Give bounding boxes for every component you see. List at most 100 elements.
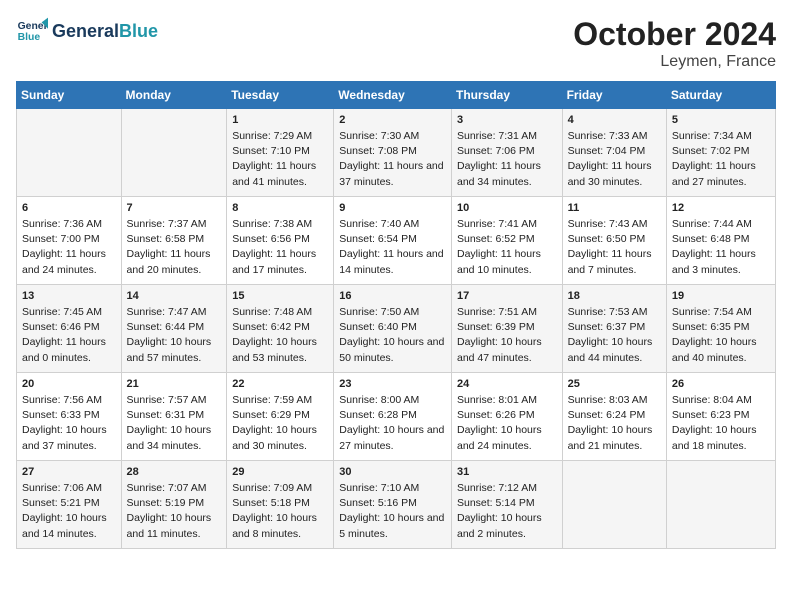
day-number: 24 xyxy=(457,377,557,393)
calendar-cell: 10Sunrise: 7:41 AMSunset: 6:52 PMDayligh… xyxy=(451,197,562,285)
calendar-cell: 13Sunrise: 7:45 AMSunset: 6:46 PMDayligh… xyxy=(17,285,122,373)
day-number: 13 xyxy=(22,289,116,305)
sunrise-text: Sunrise: 7:45 AM xyxy=(22,305,116,320)
weekday-header: Saturday xyxy=(666,82,775,109)
sunrise-text: Sunrise: 7:09 AM xyxy=(232,481,328,496)
title-area: October 2024 Leymen, France xyxy=(573,16,776,71)
day-number: 17 xyxy=(457,289,557,305)
day-number: 18 xyxy=(568,289,661,305)
sunset-text: Sunset: 7:08 PM xyxy=(339,144,446,159)
sunrise-text: Sunrise: 7:06 AM xyxy=(22,481,116,496)
day-number: 10 xyxy=(457,201,557,217)
day-number: 11 xyxy=(568,201,661,217)
day-number: 26 xyxy=(672,377,770,393)
daylight-text: Daylight: 11 hours and 0 minutes. xyxy=(22,335,116,365)
daylight-text: Daylight: 11 hours and 17 minutes. xyxy=(232,247,328,277)
day-number: 25 xyxy=(568,377,661,393)
day-number: 19 xyxy=(672,289,770,305)
sunrise-text: Sunrise: 7:29 AM xyxy=(232,129,328,144)
location-title: Leymen, France xyxy=(573,53,776,71)
sunrise-text: Sunrise: 8:04 AM xyxy=(672,393,770,408)
sunrise-text: Sunrise: 7:44 AM xyxy=(672,217,770,232)
daylight-text: Daylight: 10 hours and 11 minutes. xyxy=(127,511,222,541)
calendar-cell: 11Sunrise: 7:43 AMSunset: 6:50 PMDayligh… xyxy=(562,197,666,285)
calendar-cell: 14Sunrise: 7:47 AMSunset: 6:44 PMDayligh… xyxy=(121,285,227,373)
calendar-cell: 22Sunrise: 7:59 AMSunset: 6:29 PMDayligh… xyxy=(227,373,334,461)
sunset-text: Sunset: 7:00 PM xyxy=(22,232,116,247)
calendar-cell: 8Sunrise: 7:38 AMSunset: 6:56 PMDaylight… xyxy=(227,197,334,285)
calendar-cell: 21Sunrise: 7:57 AMSunset: 6:31 PMDayligh… xyxy=(121,373,227,461)
weekday-header: Thursday xyxy=(451,82,562,109)
sunrise-text: Sunrise: 8:03 AM xyxy=(568,393,661,408)
day-number: 30 xyxy=(339,465,446,481)
calendar-cell: 6Sunrise: 7:36 AMSunset: 7:00 PMDaylight… xyxy=(17,197,122,285)
daylight-text: Daylight: 10 hours and 8 minutes. xyxy=(232,511,328,541)
calendar-cell: 3Sunrise: 7:31 AMSunset: 7:06 PMDaylight… xyxy=(451,109,562,197)
calendar-week-row: 27Sunrise: 7:06 AMSunset: 5:21 PMDayligh… xyxy=(17,461,776,549)
calendar-cell xyxy=(121,109,227,197)
sunset-text: Sunset: 7:02 PM xyxy=(672,144,770,159)
sunrise-text: Sunrise: 7:37 AM xyxy=(127,217,222,232)
sunrise-text: Sunrise: 7:30 AM xyxy=(339,129,446,144)
calendar-cell: 17Sunrise: 7:51 AMSunset: 6:39 PMDayligh… xyxy=(451,285,562,373)
calendar-cell: 24Sunrise: 8:01 AMSunset: 6:26 PMDayligh… xyxy=(451,373,562,461)
sunrise-text: Sunrise: 7:36 AM xyxy=(22,217,116,232)
daylight-text: Daylight: 10 hours and 40 minutes. xyxy=(672,335,770,365)
sunrise-text: Sunrise: 7:59 AM xyxy=(232,393,328,408)
daylight-text: Daylight: 10 hours and 34 minutes. xyxy=(127,423,222,453)
sunset-text: Sunset: 6:35 PM xyxy=(672,320,770,335)
sunrise-text: Sunrise: 7:48 AM xyxy=(232,305,328,320)
daylight-text: Daylight: 11 hours and 30 minutes. xyxy=(568,159,661,189)
calendar-body: 1Sunrise: 7:29 AMSunset: 7:10 PMDaylight… xyxy=(17,109,776,549)
sunrise-text: Sunrise: 7:43 AM xyxy=(568,217,661,232)
sunset-text: Sunset: 5:18 PM xyxy=(232,496,328,511)
day-number: 16 xyxy=(339,289,446,305)
daylight-text: Daylight: 10 hours and 18 minutes. xyxy=(672,423,770,453)
calendar-cell: 15Sunrise: 7:48 AMSunset: 6:42 PMDayligh… xyxy=(227,285,334,373)
weekday-header: Tuesday xyxy=(227,82,334,109)
daylight-text: Daylight: 10 hours and 2 minutes. xyxy=(457,511,557,541)
calendar-cell: 16Sunrise: 7:50 AMSunset: 6:40 PMDayligh… xyxy=(334,285,452,373)
sunset-text: Sunset: 6:23 PM xyxy=(672,408,770,423)
sunset-text: Sunset: 6:56 PM xyxy=(232,232,328,247)
sunrise-text: Sunrise: 7:10 AM xyxy=(339,481,446,496)
calendar-cell: 12Sunrise: 7:44 AMSunset: 6:48 PMDayligh… xyxy=(666,197,775,285)
daylight-text: Daylight: 10 hours and 30 minutes. xyxy=(232,423,328,453)
day-number: 22 xyxy=(232,377,328,393)
daylight-text: Daylight: 11 hours and 3 minutes. xyxy=(672,247,770,277)
sunrise-text: Sunrise: 7:31 AM xyxy=(457,129,557,144)
sunset-text: Sunset: 6:58 PM xyxy=(127,232,222,247)
month-title: October 2024 xyxy=(573,16,776,53)
sunrise-text: Sunrise: 7:57 AM xyxy=(127,393,222,408)
sunset-text: Sunset: 6:31 PM xyxy=(127,408,222,423)
sunrise-text: Sunrise: 7:12 AM xyxy=(457,481,557,496)
sunset-text: Sunset: 6:46 PM xyxy=(22,320,116,335)
calendar-week-row: 20Sunrise: 7:56 AMSunset: 6:33 PMDayligh… xyxy=(17,373,776,461)
daylight-text: Daylight: 11 hours and 41 minutes. xyxy=(232,159,328,189)
sunset-text: Sunset: 6:54 PM xyxy=(339,232,446,247)
sunrise-text: Sunrise: 7:56 AM xyxy=(22,393,116,408)
daylight-text: Daylight: 10 hours and 37 minutes. xyxy=(22,423,116,453)
sunset-text: Sunset: 6:28 PM xyxy=(339,408,446,423)
calendar-cell: 2Sunrise: 7:30 AMSunset: 7:08 PMDaylight… xyxy=(334,109,452,197)
weekday-header: Sunday xyxy=(17,82,122,109)
calendar-table: SundayMondayTuesdayWednesdayThursdayFrid… xyxy=(16,81,776,549)
sunset-text: Sunset: 6:39 PM xyxy=(457,320,557,335)
day-number: 12 xyxy=(672,201,770,217)
calendar-cell: 23Sunrise: 8:00 AMSunset: 6:28 PMDayligh… xyxy=(334,373,452,461)
sunrise-text: Sunrise: 7:53 AM xyxy=(568,305,661,320)
calendar-cell: 7Sunrise: 7:37 AMSunset: 6:58 PMDaylight… xyxy=(121,197,227,285)
daylight-text: Daylight: 10 hours and 50 minutes. xyxy=(339,335,446,365)
calendar-cell xyxy=(562,461,666,549)
sunset-text: Sunset: 6:44 PM xyxy=(127,320,222,335)
day-number: 4 xyxy=(568,113,661,129)
calendar-week-row: 1Sunrise: 7:29 AMSunset: 7:10 PMDaylight… xyxy=(17,109,776,197)
day-number: 2 xyxy=(339,113,446,129)
daylight-text: Daylight: 11 hours and 34 minutes. xyxy=(457,159,557,189)
calendar-header-row: SundayMondayTuesdayWednesdayThursdayFrid… xyxy=(17,82,776,109)
sunset-text: Sunset: 6:37 PM xyxy=(568,320,661,335)
sunset-text: Sunset: 6:48 PM xyxy=(672,232,770,247)
day-number: 5 xyxy=(672,113,770,129)
sunset-text: Sunset: 6:29 PM xyxy=(232,408,328,423)
sunrise-text: Sunrise: 8:01 AM xyxy=(457,393,557,408)
